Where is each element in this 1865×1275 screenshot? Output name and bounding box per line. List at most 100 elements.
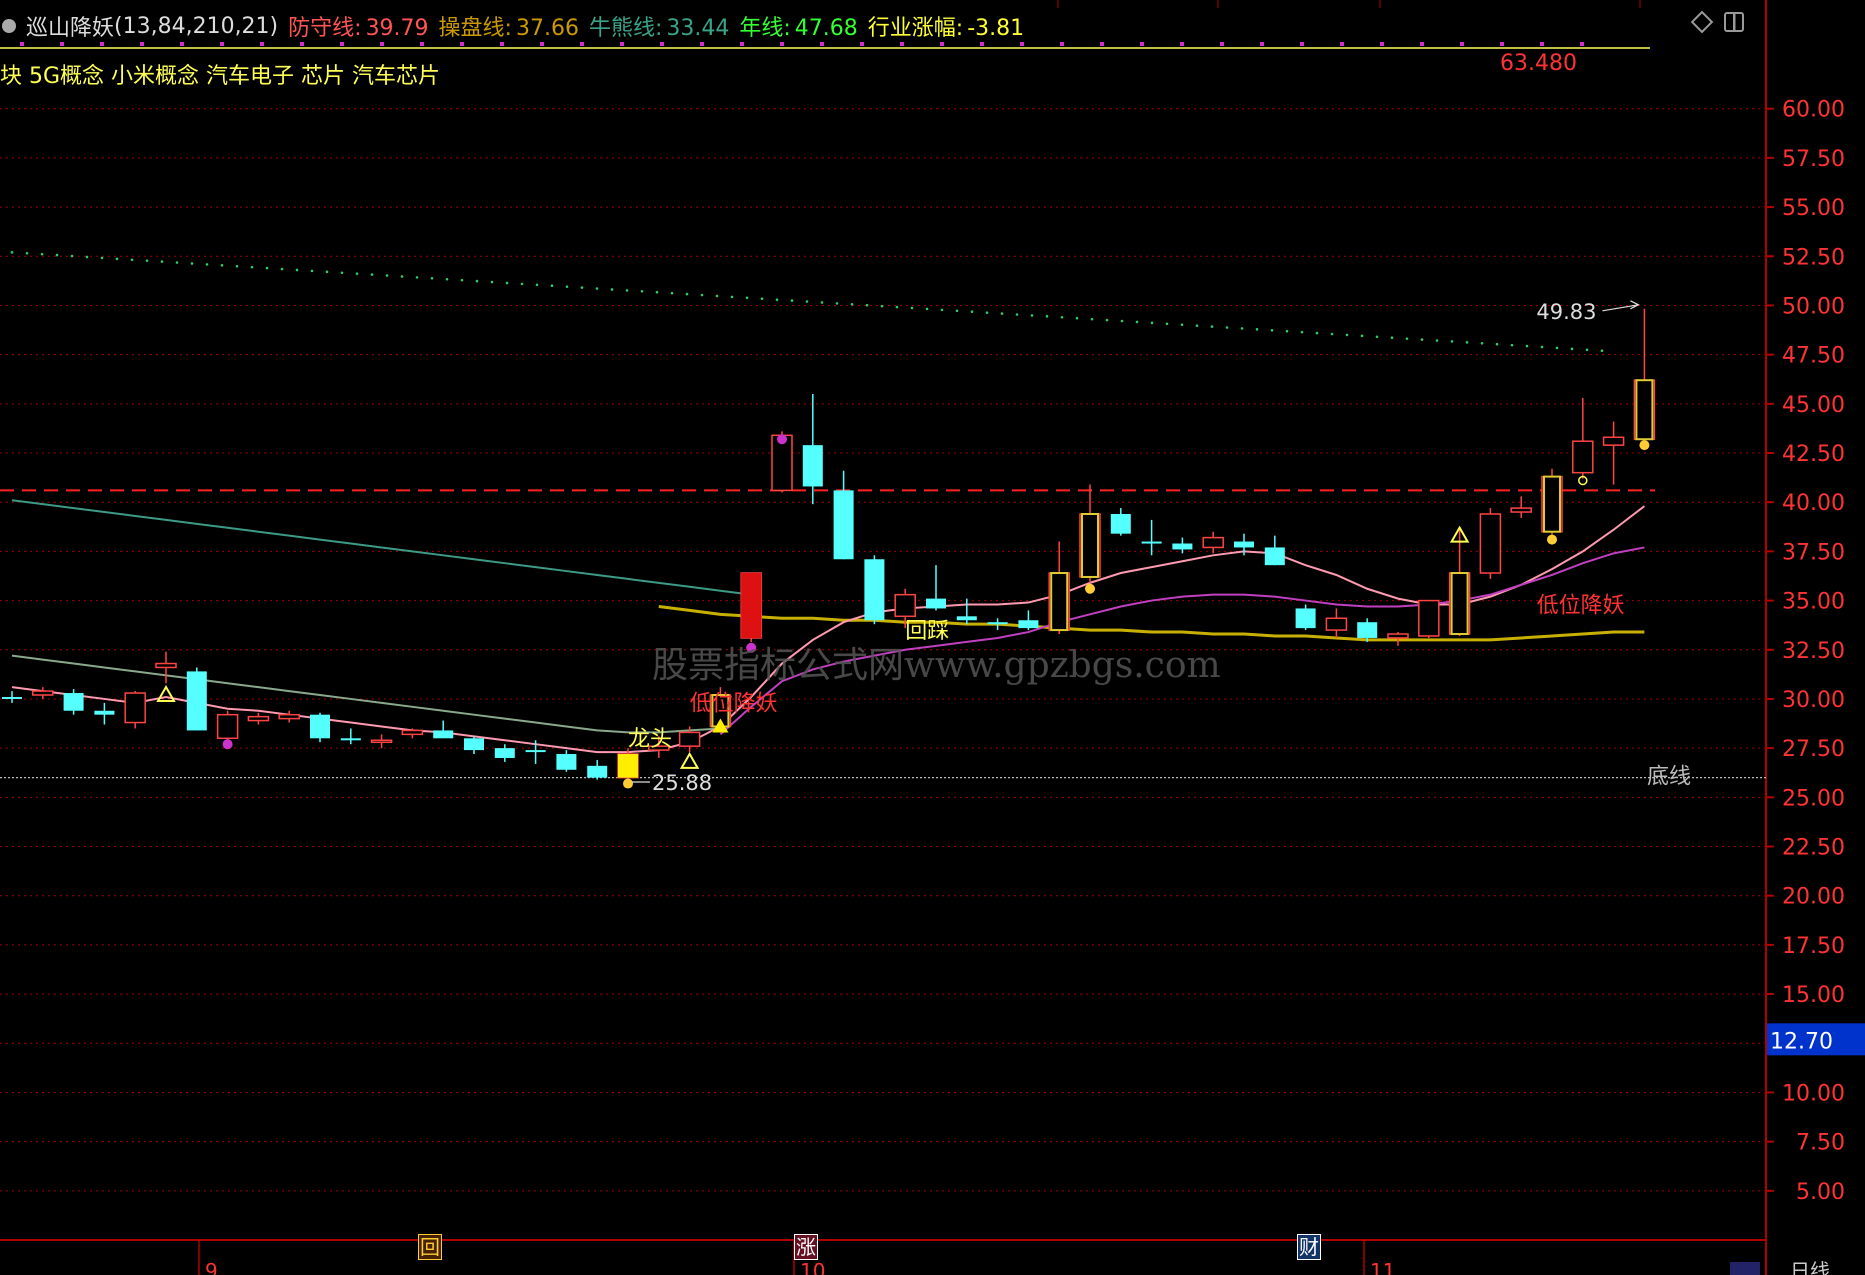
event-tag-1[interactable]: 涨: [794, 1234, 818, 1260]
high-price-label: 49.83: [1536, 300, 1596, 324]
candle[interactable]: [926, 565, 946, 611]
candle[interactable]: [2, 691, 22, 703]
candle[interactable]: [802, 393, 823, 505]
candle-body: [1510, 507, 1532, 513]
annual-line-dot: [550, 284, 554, 288]
scroll-indicator[interactable]: [1730, 1262, 1760, 1275]
annual-line-dot: [130, 258, 134, 262]
annual-line-dot: [850, 302, 854, 306]
candle[interactable]: [1325, 608, 1348, 638]
annual-line-dot: [85, 255, 89, 259]
candle[interactable]: [1018, 610, 1039, 631]
diamond-icon[interactable]: [1690, 10, 1714, 34]
annual-line-dot: [340, 271, 344, 275]
indicator-value-number: 39.79: [365, 16, 429, 41]
candle[interactable]: [32, 687, 54, 699]
candle[interactable]: [1141, 519, 1162, 556]
candle-body: [63, 693, 84, 711]
header-tick-dot: [1060, 42, 1064, 46]
candle[interactable]: [1418, 599, 1440, 638]
y-tick-label: 45.00: [1782, 393, 1845, 418]
event-tag-2[interactable]: 财: [1297, 1234, 1321, 1260]
candle-body: [1018, 620, 1039, 629]
header-tick-dot: [1540, 42, 1544, 46]
candle[interactable]: [1264, 535, 1285, 566]
candlestick-chart[interactable]: 60.00 57.50 55.00 52.50 50.00 47.50 45.00 42.50…: [0, 0, 1865, 1275]
y-tick-label: 35.00: [1782, 590, 1845, 615]
candle[interactable]: [1510, 496, 1532, 518]
candle[interactable]: [987, 618, 1008, 631]
signal-dot: [1547, 534, 1557, 545]
annual-line-dot: [1255, 328, 1259, 331]
indicator-value-label: 牛熊线:: [588, 16, 663, 41]
candle-body: [833, 490, 854, 560]
header-tick-dot: [1180, 42, 1184, 46]
candle[interactable]: [155, 651, 177, 684]
candle-body: [310, 714, 330, 739]
candle[interactable]: [1295, 604, 1316, 631]
candle[interactable]: [494, 744, 515, 762]
period-label[interactable]: 日线: [1790, 1259, 1830, 1275]
annual-line-dot: [760, 297, 764, 301]
candle[interactable]: [340, 728, 361, 745]
annual-line-dot: [1405, 337, 1409, 340]
candle[interactable]: [433, 720, 454, 739]
candle[interactable]: [370, 734, 393, 749]
header-tick-dot: [1220, 42, 1224, 46]
candle[interactable]: [956, 598, 977, 625]
candle[interactable]: [216, 710, 239, 743]
header-tick-dot: [1100, 42, 1104, 46]
y-tick-label: 50.00: [1782, 294, 1845, 319]
max-price-label: 63.480: [1500, 51, 1577, 76]
candle[interactable]: [94, 702, 115, 725]
y-tick-label: 60.00: [1782, 98, 1845, 123]
annual-line-dot: [265, 266, 269, 270]
candle[interactable]: [247, 712, 270, 725]
candle[interactable]: [124, 691, 146, 729]
signal-dot: [1639, 440, 1650, 451]
signal-dot: [777, 434, 787, 445]
candle[interactable]: [278, 710, 300, 723]
indicator-header: 巡山降妖 (13,84,210,21) 防守线: 39.79 操盘线: 37.66 牛熊线…: [0, 6, 1024, 46]
indicator-dot-icon[interactable]: [2, 19, 16, 33]
candle-body: [894, 593, 916, 618]
candle[interactable]: [401, 728, 424, 739]
header-tick-dot: [1420, 42, 1424, 46]
annual-line-dot: [190, 262, 194, 265]
candle[interactable]: [864, 555, 885, 625]
indicator-value-number: 33.44: [666, 16, 730, 41]
annual-line-dot: [1120, 319, 1124, 323]
ma-line-bull: [658, 604, 1645, 642]
candle-body: [32, 690, 54, 696]
candle[interactable]: [63, 689, 84, 715]
candle[interactable]: [1110, 508, 1131, 536]
candle[interactable]: [186, 667, 207, 731]
header-tick-dot: [1500, 42, 1504, 46]
candle[interactable]: [1479, 508, 1502, 579]
candle[interactable]: [310, 712, 330, 743]
annual-line-dot: [40, 252, 44, 256]
event-tag-0[interactable]: 回: [418, 1234, 442, 1260]
candle[interactable]: [587, 759, 608, 780]
annual-line-dot: [295, 268, 299, 272]
indicator-value-3: 年线: 47.68: [739, 10, 857, 42]
candle-body: [926, 598, 946, 609]
indicator-name[interactable]: 巡山降妖: [26, 10, 114, 42]
candle[interactable]: [1202, 531, 1224, 554]
annual-line-dot: [1165, 322, 1169, 326]
candle-body: [587, 765, 608, 778]
annual-line-dot: [925, 307, 929, 311]
signal-dot: [222, 739, 233, 750]
annual-line-dot: [640, 290, 644, 293]
candle[interactable]: [1572, 397, 1594, 479]
annual-line-dot: [1000, 312, 1004, 315]
candle-body: [987, 622, 1008, 625]
candle[interactable]: [556, 750, 577, 772]
window-toggle-icon[interactable]: [1724, 12, 1744, 32]
annual-line-dot: [685, 292, 689, 296]
candle-body: [1572, 440, 1594, 474]
annual-line-dot: [100, 256, 104, 260]
candle[interactable]: [833, 470, 854, 560]
candle[interactable]: [464, 736, 484, 755]
header-tick-dot: [1300, 42, 1304, 46]
